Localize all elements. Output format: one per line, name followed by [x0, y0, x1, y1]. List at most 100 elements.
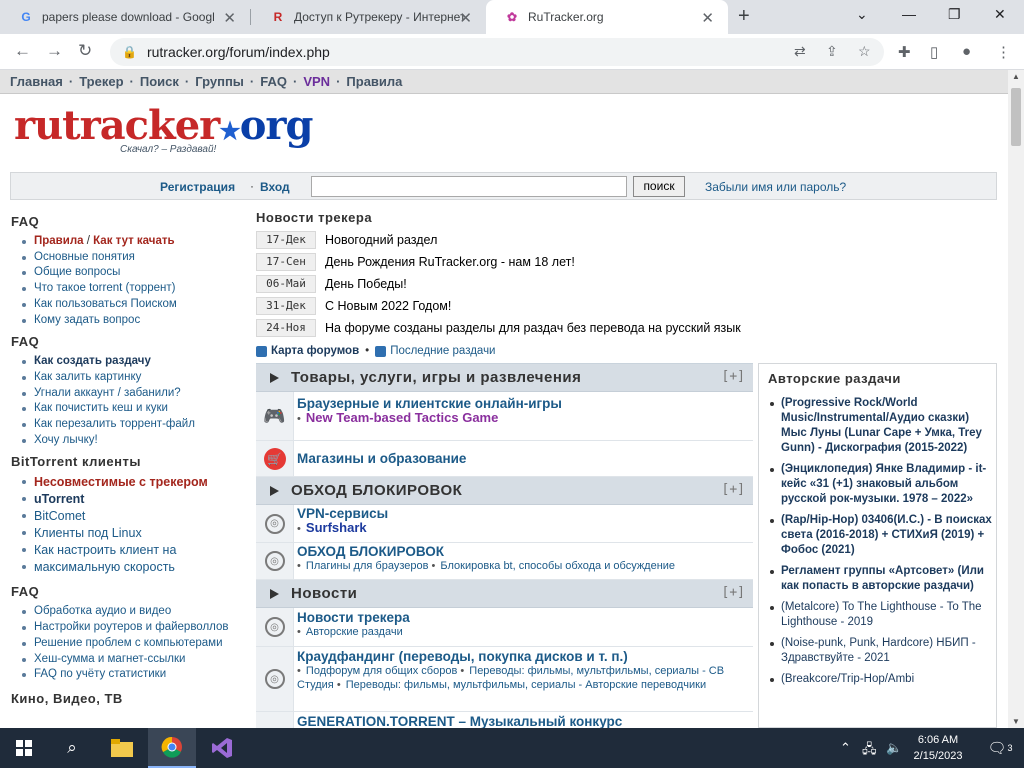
forum-title[interactable]: VPN-сервисы: [297, 506, 749, 521]
chevron-up-icon[interactable]: ⌃: [840, 740, 851, 756]
news-link[interactable]: На форуме созданы разделы для раздач без…: [325, 321, 741, 335]
sidebar-item[interactable]: Кому задать вопрос: [10, 313, 250, 329]
sidebar-item[interactable]: Решение проблем с компьютерами: [10, 636, 250, 652]
back-icon[interactable]: ←: [14, 41, 31, 61]
subforum-link[interactable]: Плагины для браузеров: [306, 560, 429, 572]
menu-home[interactable]: Главная: [10, 74, 63, 89]
sidebar-item[interactable]: Что такое torrent (торрент): [10, 281, 250, 297]
release-link[interactable]: (Rap/Hip-Hop) 03406(И.С.) - В поисках св…: [768, 513, 996, 558]
sidebar-item[interactable]: Настройки роутеров и файерволлов: [10, 620, 250, 636]
subforum-link[interactable]: Блокировка bt, способы обхода и обсужден…: [440, 560, 675, 572]
how-to-download-link[interactable]: Как тут качать: [93, 235, 174, 247]
release-link[interactable]: (Breakcore/Trip-Hop/Ambi: [768, 672, 996, 687]
menu-icon[interactable]: ⋮: [996, 43, 1011, 61]
sidebar-item[interactable]: Как перезалить торрент-файл: [10, 417, 250, 433]
close-icon[interactable]: ✕: [459, 9, 472, 27]
chevron-down-icon[interactable]: ⌄: [856, 6, 868, 23]
tab-rutracker[interactable]: ✿ RuTracker.org ✕: [486, 0, 728, 34]
maximize-button[interactable]: ❐: [948, 6, 961, 23]
subforum-link[interactable]: Surfshark: [306, 520, 367, 535]
sidebar-item[interactable]: BitComet: [10, 508, 250, 525]
category-title[interactable]: ОБХОД БЛОКИРОВОК: [291, 482, 462, 499]
menu-search[interactable]: Поиск: [140, 74, 179, 89]
forgot-password-link[interactable]: Забыли имя или пароль?: [705, 180, 846, 194]
subforum-link[interactable]: New Team-based Tactics Game: [306, 410, 498, 425]
sidebar-item[interactable]: Как создать раздачу: [10, 354, 250, 370]
url-box[interactable]: 🔒 rutracker.org/forum/index.php ⇄ ⇪ ☆: [110, 38, 884, 66]
expand-icon[interactable]: [270, 372, 279, 383]
forum-map-link[interactable]: Карта форумов: [271, 345, 359, 357]
star-icon[interactable]: ☆: [858, 43, 871, 60]
expand-toggle[interactable]: [+]: [722, 585, 745, 600]
sidebar-item[interactable]: Основные понятия: [10, 250, 250, 266]
url-text[interactable]: rutracker.org/forum/index.php: [147, 44, 330, 60]
visual-studio-icon[interactable]: [198, 728, 246, 768]
release-link[interactable]: (Progressive Rock/World Music/Instrument…: [768, 396, 996, 456]
search-input[interactable]: [311, 176, 627, 197]
sidebar-item[interactable]: Несовместимые с трекером: [10, 474, 250, 491]
sidebar-item[interactable]: Хочу лычку!: [10, 433, 250, 449]
news-link[interactable]: День Рождения RuTracker.org - нам 18 лет…: [325, 255, 575, 269]
sidebar-item[interactable]: Как настроить клиент на: [10, 542, 250, 559]
reload-icon[interactable]: ↻: [78, 41, 92, 61]
sidebar-item-cont[interactable]: максимальную скорость: [10, 559, 250, 576]
minimize-button[interactable]: —: [902, 6, 916, 22]
windows-start-icon[interactable]: [0, 728, 48, 768]
sidebar-item[interactable]: Клиенты под Linux: [10, 525, 250, 542]
chrome-icon[interactable]: [148, 728, 196, 768]
sidebar-item[interactable]: Угнали аккаунт / забанили?: [10, 386, 250, 402]
profile-icon[interactable]: ●: [962, 43, 971, 60]
volume-icon[interactable]: 🔈: [886, 740, 902, 756]
scroll-thumb[interactable]: [1011, 88, 1021, 146]
register-link[interactable]: Регистрация: [160, 180, 235, 194]
sidebar-item[interactable]: Правила / Как тут качать: [10, 234, 250, 250]
forum-title[interactable]: ОБХОД БЛОКИРОВОК: [297, 544, 749, 559]
rules-link[interactable]: Правила: [34, 235, 84, 247]
sidebar-item[interactable]: uTorrent: [10, 491, 250, 508]
sidebar-item[interactable]: Общие вопросы: [10, 265, 250, 281]
forum-title[interactable]: Краудфандинг (переводы, покупка дисков и…: [297, 649, 749, 664]
forum-title[interactable]: Браузерные и клиентские онлайн-игры: [297, 396, 749, 411]
sidebar-item[interactable]: Хеш-сумма и магнет-ссылки: [10, 652, 250, 668]
category-header[interactable]: Новости [+]: [256, 580, 753, 608]
window-close-button[interactable]: ✕: [994, 6, 1006, 23]
scroll-up-icon[interactable]: ▲: [1012, 72, 1020, 81]
expand-toggle[interactable]: [+]: [722, 369, 745, 384]
subforum-link[interactable]: Переводы: фильмы, мультфильмы, сериалы -…: [346, 679, 706, 691]
subforum-link[interactable]: Подфорум для общих сборов: [306, 665, 457, 677]
news-link[interactable]: С Новым 2022 Годом!: [325, 299, 451, 313]
page-scrollbar[interactable]: ▲ ▼: [1008, 70, 1024, 728]
forum-title[interactable]: Магазины и образование: [297, 451, 466, 466]
expand-toggle[interactable]: [+]: [722, 482, 745, 497]
search-button[interactable]: поиск: [633, 176, 685, 197]
close-icon[interactable]: ✕: [701, 9, 714, 27]
release-link[interactable]: (Noise-punk, Punk, Hardcore) НБИП - Здра…: [768, 636, 996, 666]
release-link[interactable]: Регламент группы «Артсовет» (Или как поп…: [768, 564, 996, 594]
expand-icon[interactable]: [270, 588, 279, 599]
menu-rules[interactable]: Правила: [346, 74, 402, 89]
lock-icon[interactable]: 🔒: [122, 45, 137, 59]
news-link[interactable]: Новогодний раздел: [325, 233, 437, 247]
menu-tracker[interactable]: Трекер: [79, 74, 123, 89]
sidebar-item[interactable]: FAQ по учёту статистики: [10, 667, 250, 683]
menu-groups[interactable]: Группы: [195, 74, 244, 89]
release-link[interactable]: (Энциклопедия) Янке Владимир - it-кейс «…: [768, 462, 996, 507]
expand-icon[interactable]: [270, 485, 279, 496]
menu-faq[interactable]: FAQ: [260, 74, 287, 89]
side-panel-icon[interactable]: ▯: [930, 43, 938, 61]
forum-title[interactable]: GENERATION.TORRENT – Музыкальный конкурс: [297, 714, 749, 728]
sidebar-item[interactable]: Обработка аудио и видео: [10, 604, 250, 620]
tab-google[interactable]: G papers please download - Googl ✕: [0, 0, 250, 34]
file-explorer-icon[interactable]: [98, 728, 146, 768]
close-icon[interactable]: ✕: [223, 9, 236, 27]
category-header[interactable]: ОБХОД БЛОКИРОВОК [+]: [256, 477, 753, 505]
category-title[interactable]: Новости: [291, 585, 357, 602]
translate-icon[interactable]: ⇄: [794, 43, 806, 60]
extensions-icon[interactable]: ✚: [898, 43, 911, 61]
sidebar-item[interactable]: Как залить картинку: [10, 370, 250, 386]
network-icon[interactable]: 🖧: [862, 740, 877, 762]
scroll-down-icon[interactable]: ▼: [1012, 717, 1020, 726]
forward-icon[interactable]: →: [46, 41, 63, 61]
clock[interactable]: 6:06 AM 2/15/2023: [906, 732, 970, 764]
release-link[interactable]: (Metalcore) To The Lighthouse - To The L…: [768, 600, 996, 630]
